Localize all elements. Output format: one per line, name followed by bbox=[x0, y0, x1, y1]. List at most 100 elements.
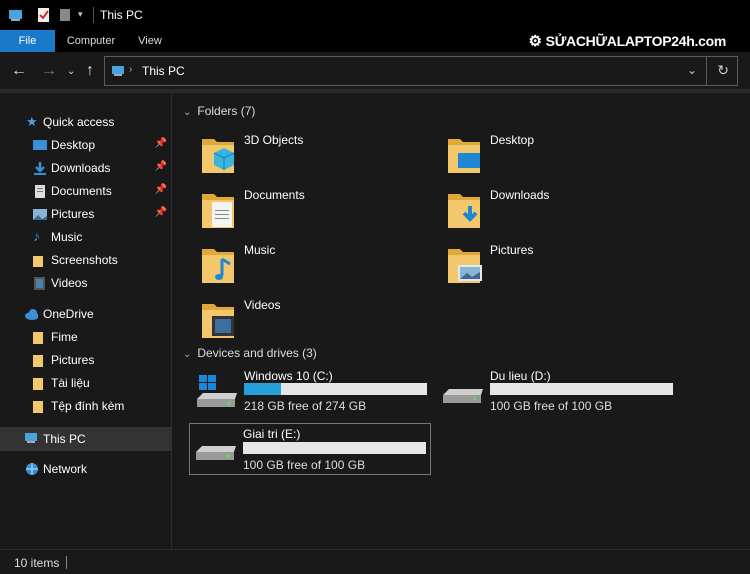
tab-view[interactable]: View bbox=[128, 30, 172, 52]
status-bar: 10 items bbox=[0, 549, 750, 574]
sidebar-item-onedrive[interactable]: OneDrive bbox=[0, 303, 172, 326]
3d-objects-folder-icon bbox=[202, 139, 235, 173]
folder-desktop[interactable]: Desktop bbox=[446, 133, 686, 181]
folder-music[interactable]: Music bbox=[200, 243, 440, 291]
sidebar-item-label: Pictures bbox=[51, 207, 95, 221]
title-separator bbox=[93, 7, 94, 23]
desktop-icon bbox=[33, 140, 47, 150]
sidebar-item-label: Screenshots bbox=[51, 253, 118, 267]
documents-folder-icon bbox=[202, 194, 234, 228]
back-arrow-icon[interactable]: ← bbox=[11, 62, 27, 80]
breadcrumb-chevron-icon[interactable]: › bbox=[129, 64, 132, 75]
group-header-label: Devices and drives (3) bbox=[197, 346, 317, 360]
videos-icon bbox=[34, 277, 45, 290]
sidebar-item-onedrive-pictures[interactable]: Pictures bbox=[0, 349, 172, 372]
this-pc-icon bbox=[112, 66, 124, 76]
item-count: 10 items bbox=[14, 556, 60, 570]
folder-videos[interactable]: Videos bbox=[200, 298, 440, 346]
drive-d[interactable]: Du lieu (D:) 100 GB free of 100 GB bbox=[437, 369, 679, 421]
music-icon: ♪ bbox=[33, 228, 40, 244]
drive-usage-fill bbox=[244, 383, 281, 395]
sidebar-item-downloads[interactable]: Downloads 📌 bbox=[0, 157, 172, 180]
window-title: This PC bbox=[100, 8, 143, 22]
gear-icon: ⚙ bbox=[528, 33, 542, 50]
sidebar-item-label: Downloads bbox=[51, 161, 111, 175]
sidebar-item-label: Tệp đính kèm bbox=[51, 399, 125, 413]
pin-icon[interactable]: 📌 bbox=[155, 207, 167, 218]
cloud-icon bbox=[25, 309, 38, 320]
drive-c[interactable]: Windows 10 (C:) 218 GB free of 274 GB bbox=[191, 369, 433, 421]
tab-file[interactable]: File bbox=[0, 30, 55, 52]
properties-icon[interactable] bbox=[36, 7, 52, 23]
pictures-folder-icon bbox=[448, 249, 482, 283]
folder-label: 3D Objects bbox=[244, 133, 304, 147]
brand-logo: ⚙ SỬACHỮALAPTOP24h.com bbox=[529, 30, 727, 52]
sidebar-item-fime[interactable]: Fime bbox=[0, 326, 172, 349]
pictures-icon bbox=[33, 209, 47, 220]
hard-drive-icon bbox=[443, 389, 483, 403]
drive-usage-bar bbox=[490, 383, 673, 395]
sidebar-item-screenshots[interactable]: Screenshots bbox=[0, 249, 172, 272]
sidebar-item-documents[interactable]: Documents 📌 bbox=[0, 180, 172, 203]
sidebar-item-label: Fime bbox=[51, 330, 78, 344]
folder-3d-objects[interactable]: 3D Objects bbox=[200, 133, 440, 181]
hard-drive-icon bbox=[196, 446, 236, 460]
sidebar-item-tep-dinh-kem[interactable]: Tệp đính kèm bbox=[0, 395, 172, 418]
forward-arrow-icon[interactable]: → bbox=[41, 62, 57, 80]
sidebar-item-desktop[interactable]: Desktop 📌 bbox=[0, 134, 172, 157]
sidebar-item-videos[interactable]: Videos bbox=[0, 272, 172, 295]
title-bar: ▾ This PC bbox=[0, 0, 750, 30]
this-pc-icon[interactable] bbox=[8, 7, 24, 23]
pin-icon[interactable]: 📌 bbox=[155, 161, 167, 172]
folder-icon bbox=[33, 332, 43, 344]
sidebar-item-label: Pictures bbox=[51, 353, 95, 367]
tab-computer[interactable]: Computer bbox=[60, 30, 122, 52]
documents-icon bbox=[35, 185, 45, 198]
new-folder-icon[interactable] bbox=[58, 7, 72, 23]
folder-label: Videos bbox=[244, 298, 281, 312]
sidebar-item-pictures[interactable]: Pictures 📌 bbox=[0, 203, 172, 226]
folder-label: Music bbox=[244, 243, 276, 257]
folder-icon bbox=[33, 378, 43, 390]
refresh-icon[interactable]: ↻ bbox=[717, 62, 729, 79]
pin-icon[interactable]: 📌 bbox=[155, 138, 167, 149]
drive-usage-bar bbox=[243, 442, 426, 454]
sidebar-item-tai-lieu[interactable]: Tài liệu bbox=[0, 372, 172, 395]
up-arrow-icon[interactable]: ↑ bbox=[86, 62, 94, 80]
collapse-chevron-icon[interactable]: ⌄ bbox=[183, 349, 191, 360]
this-pc-icon bbox=[25, 433, 37, 443]
network-icon bbox=[26, 463, 38, 475]
sidebar-item-this-pc[interactable]: This PC bbox=[0, 427, 172, 451]
folder-label: Pictures bbox=[490, 243, 534, 257]
customize-toolbar-icon[interactable]: ▾ bbox=[78, 9, 83, 20]
address-separator bbox=[706, 57, 707, 85]
drive-label: Giai tri (E:) bbox=[243, 427, 301, 441]
sidebar-item-music[interactable]: ♪ Music bbox=[0, 226, 172, 249]
address-bar[interactable]: › This PC ⌄ ↻ bbox=[104, 56, 738, 86]
sidebar-item-label: Network bbox=[43, 462, 88, 476]
sidebar-item-network[interactable]: Network bbox=[0, 458, 172, 481]
address-path[interactable]: This PC bbox=[142, 64, 185, 78]
sidebar-item-label: Music bbox=[51, 230, 83, 244]
folder-icon bbox=[33, 401, 43, 413]
drive-usage-bar bbox=[244, 383, 427, 395]
folder-downloads[interactable]: Downloads bbox=[446, 188, 686, 236]
address-dropdown-icon[interactable]: ⌄ bbox=[687, 63, 697, 77]
folder-pictures[interactable]: Pictures bbox=[446, 243, 686, 291]
pin-icon[interactable]: 📌 bbox=[155, 184, 167, 195]
folder-documents[interactable]: Documents bbox=[200, 188, 440, 236]
group-header-folders[interactable]: ⌄ Folders (7) bbox=[183, 104, 255, 118]
navigation-pane: ★ Quick access Desktop 📌 Downloads 📌 Doc… bbox=[0, 93, 172, 549]
sidebar-item-label: This PC bbox=[43, 432, 86, 446]
group-header-devices[interactable]: ⌄ Devices and drives (3) bbox=[183, 346, 317, 360]
drive-e[interactable]: Giai tri (E:) 100 GB free of 100 GB bbox=[189, 423, 431, 475]
recent-locations-chevron-icon[interactable]: ⌄ bbox=[67, 66, 75, 77]
folder-icon bbox=[33, 256, 43, 267]
ribbon-tabs: File Computer View ⚙ SỬACHỮALAPTOP24h.com bbox=[0, 30, 750, 52]
drive-label: Windows 10 (C:) bbox=[244, 369, 333, 383]
videos-folder-icon bbox=[202, 304, 234, 338]
drive-free-space: 100 GB free of 100 GB bbox=[490, 399, 613, 413]
collapse-chevron-icon[interactable]: ⌄ bbox=[183, 107, 191, 118]
sidebar-item-label: Documents bbox=[51, 184, 112, 198]
sidebar-item-quick-access[interactable]: ★ Quick access bbox=[0, 111, 172, 134]
